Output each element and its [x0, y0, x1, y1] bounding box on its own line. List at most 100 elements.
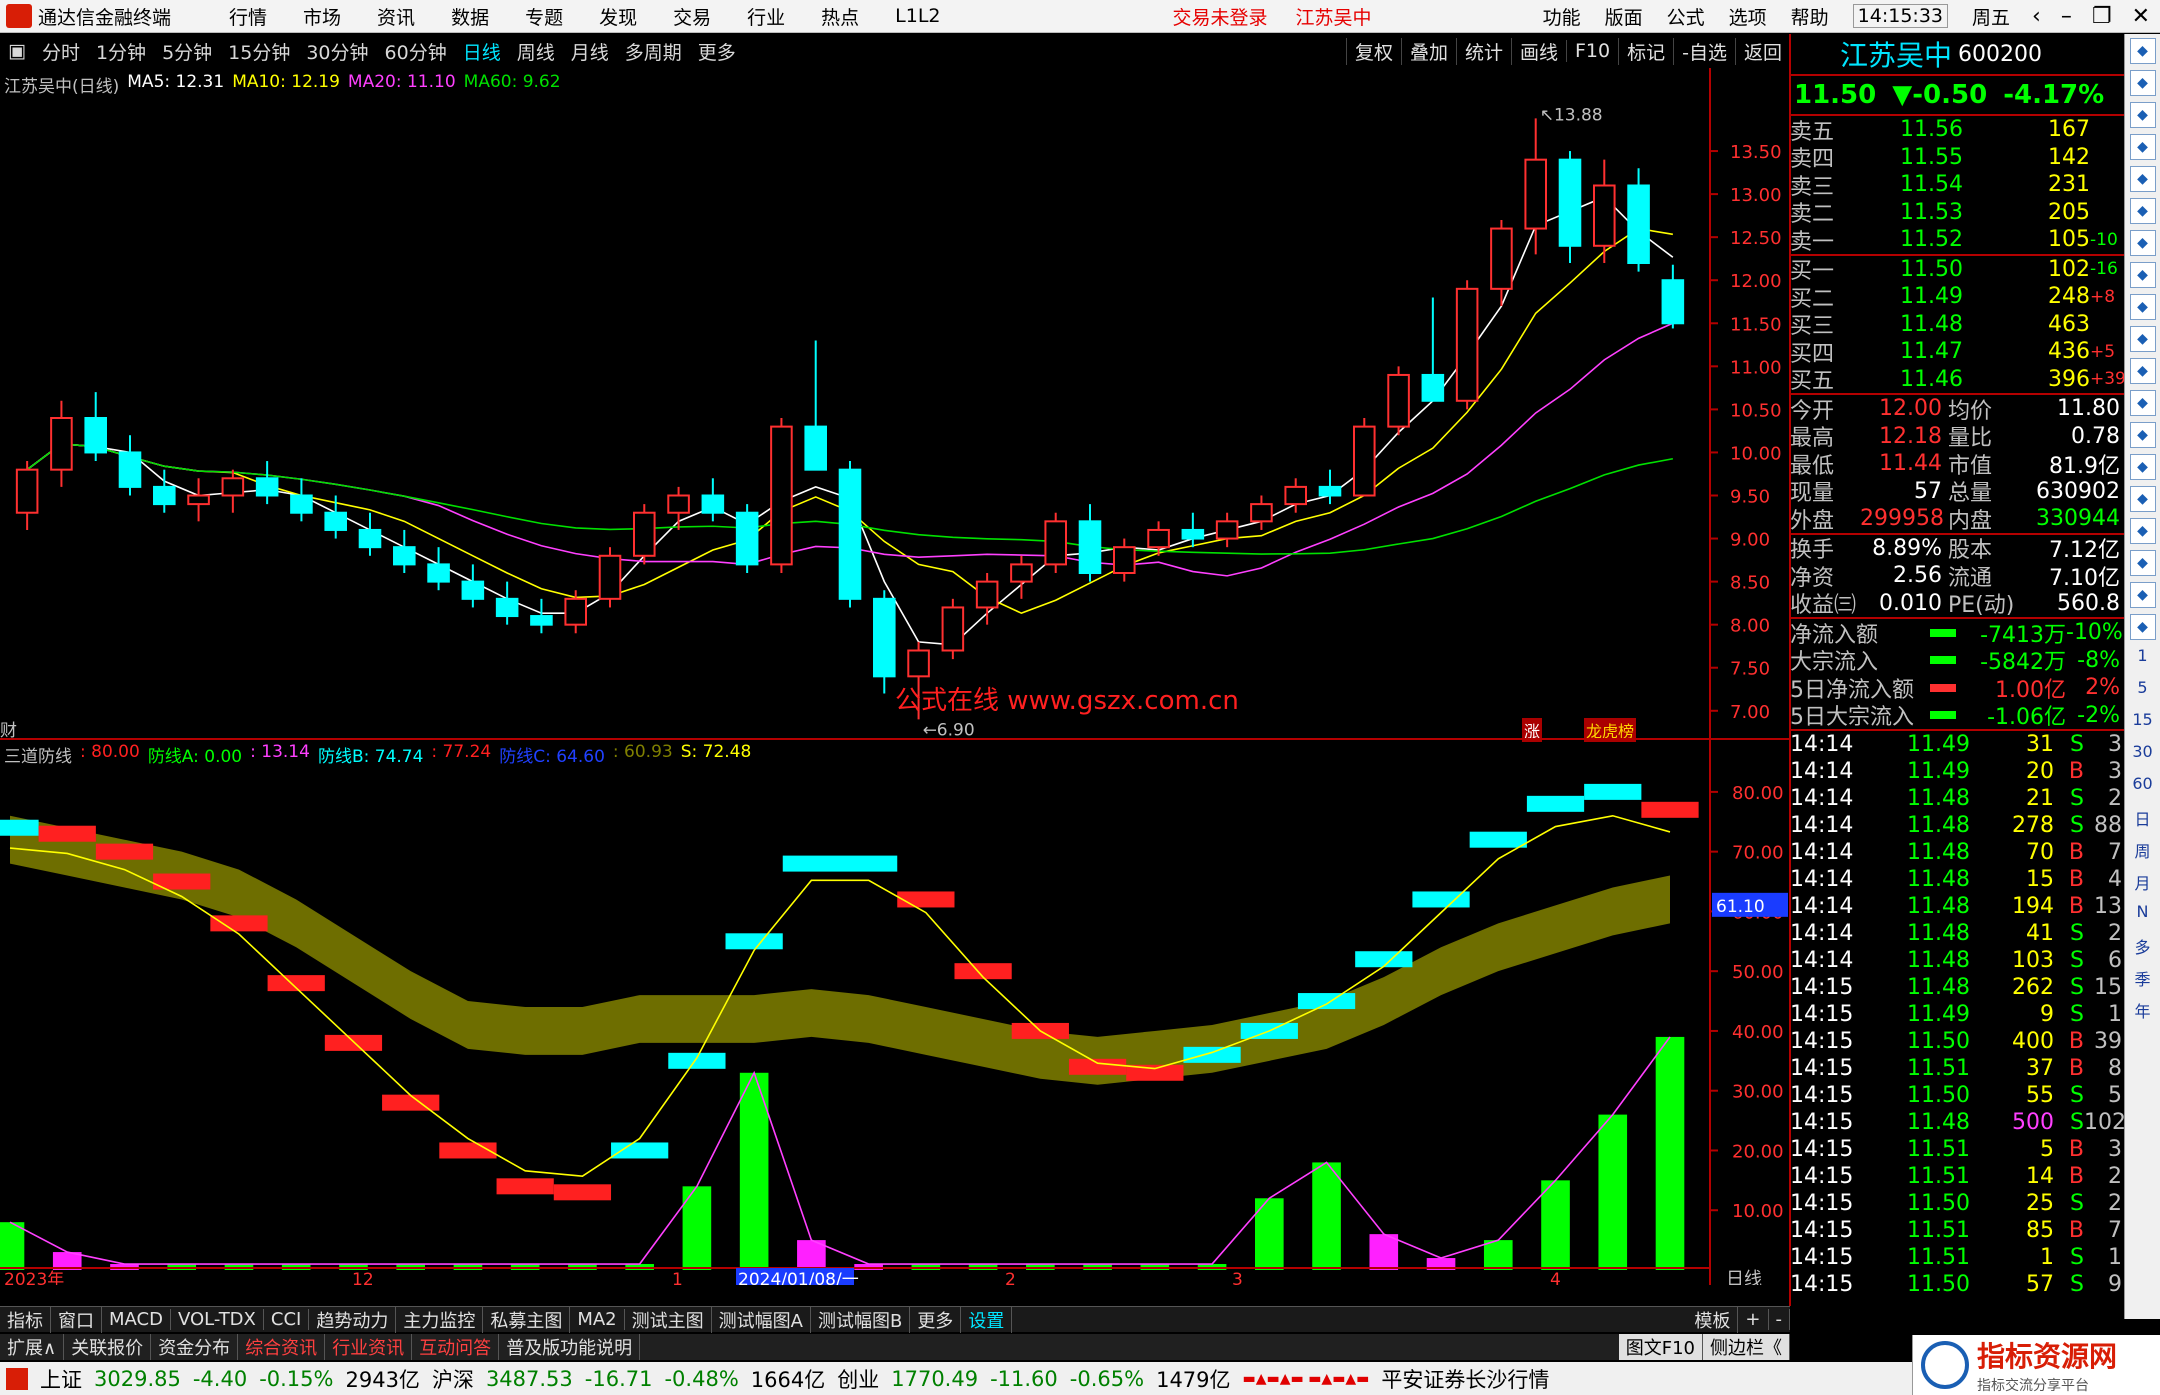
tick-list[interactable]: 14:14 11.49 31 S 3 14:14 11.49 20 B 3 14:14 11.48 21…	[1790, 731, 2126, 1298]
restore-icon[interactable]: ❐	[2092, 4, 2112, 29]
menu-item-options[interactable]: 选项	[1729, 3, 1767, 30]
tf-weekly[interactable]: 周线	[517, 38, 555, 65]
f10-icon[interactable]: ◆	[2129, 294, 2156, 320]
sell-row[interactable]: 卖四 11.55 142	[1790, 144, 2124, 173]
tool-fuquan[interactable]: 复权	[1345, 37, 1401, 65]
tool-back[interactable]: 返回	[1734, 37, 1790, 65]
tab-more[interactable]: 更多	[910, 1306, 962, 1333]
down-icon[interactable]: ◆	[2129, 70, 2156, 96]
back-icon[interactable]: ‹	[2032, 4, 2041, 29]
minimize-icon[interactable]: –	[2061, 4, 2072, 29]
menu-item-industry[interactable]: 行业	[747, 3, 785, 30]
tab-news[interactable]: 综合资讯	[238, 1334, 326, 1360]
indicator-panel[interactable]: 80.0070.0060.0050.0040.0030.0020.0010.00…	[0, 740, 1790, 1290]
tool-mark[interactable]: 标记	[1618, 37, 1673, 65]
period-btn-11[interactable]: 年	[2134, 998, 2150, 1024]
sell-row[interactable]: 卖二 11.53 205	[1790, 199, 2124, 228]
menu-item-help[interactable]: 帮助	[1791, 3, 1829, 30]
tab-related[interactable]: 关联报价	[64, 1334, 152, 1360]
period-btn-7[interactable]: 月	[2134, 870, 2150, 896]
tab-private-main[interactable]: 私募主图	[483, 1306, 571, 1333]
list-icon[interactable]: ◆	[2129, 134, 2156, 160]
tab-remove[interactable]: -	[1769, 1309, 1790, 1330]
tf-30min[interactable]: 30分钟	[306, 38, 368, 65]
tf-5min[interactable]: 5分钟	[162, 38, 212, 65]
menu-item-news[interactable]: 资讯	[377, 3, 415, 30]
buy-row[interactable]: 买四 11.47 436 +5	[1790, 338, 2124, 367]
buy-row[interactable]: 买二 11.49 248 +8	[1790, 283, 2124, 312]
buy-row[interactable]: 买五 11.46 396 +396	[1790, 366, 2137, 395]
info-icon[interactable]: ◆	[2129, 358, 2156, 384]
period-btn-10[interactable]: 季	[2134, 966, 2150, 992]
tool-overlay[interactable]: 叠加	[1400, 37, 1456, 65]
tab-main-monitor[interactable]: 主力监控	[396, 1306, 484, 1333]
menu-item-market[interactable]: 市场	[303, 3, 341, 30]
tf-15min[interactable]: 15分钟	[228, 38, 290, 65]
sh-label[interactable]: 上证	[40, 1364, 82, 1394]
fc-icon[interactable]: ◆	[2129, 422, 2156, 448]
buy-row[interactable]: 买三 11.48 463	[1790, 311, 2124, 340]
trade-login-warning[interactable]: 交易未登录	[1173, 3, 1268, 30]
period-btn-6[interactable]: 周	[2134, 838, 2150, 864]
move-icon[interactable]: ◆	[2129, 518, 2156, 544]
menu-item-function[interactable]: 功能	[1543, 3, 1581, 30]
tab-macd[interactable]: MACD	[102, 1309, 171, 1330]
menu-item-layout[interactable]: 版面	[1605, 3, 1643, 30]
fs-icon[interactable]: ◆	[2129, 582, 2156, 608]
tool-f10[interactable]: F10	[1566, 40, 1618, 62]
pen-icon[interactable]: ◆	[2129, 550, 2156, 576]
panel-toggle-icon[interactable]: ▣	[8, 40, 26, 62]
cy-label[interactable]: 创业	[837, 1364, 879, 1394]
period-btn-9[interactable]: 多	[2134, 934, 2150, 960]
period-btn-0[interactable]: 1	[2137, 646, 2147, 672]
close-icon[interactable]: ✕	[2132, 4, 2150, 29]
trend-icon[interactable]: ◆	[2129, 198, 2156, 224]
tab-indicator[interactable]: 指标	[0, 1306, 51, 1333]
tf-1min[interactable]: 1分钟	[96, 38, 146, 65]
rsi-icon[interactable]: ◆	[2129, 486, 2156, 512]
menu-item-quotes[interactable]: 行情	[229, 3, 267, 30]
tab-window[interactable]: 窗口	[51, 1306, 102, 1333]
menu-item-topics[interactable]: 专题	[525, 3, 563, 30]
tf-daily[interactable]: 日线	[463, 38, 501, 65]
tab-expand[interactable]: 扩展∧	[0, 1334, 65, 1360]
tab-sidebar[interactable]: 侧边栏《	[1703, 1334, 1790, 1360]
tab-vol[interactable]: VOL-TDX	[171, 1309, 264, 1330]
tf-multi[interactable]: 多周期	[625, 38, 682, 65]
chart-icon[interactable]: ◆	[2129, 102, 2156, 128]
table-icon[interactable]: ◆	[2129, 262, 2156, 288]
tab-test-a[interactable]: 测试幅图A	[712, 1306, 811, 1333]
tool-remove-watch[interactable]: -自选	[1673, 37, 1735, 65]
tab-ind-news[interactable]: 行业资讯	[325, 1334, 413, 1360]
tab-cci[interactable]: CCI	[264, 1309, 310, 1330]
period-btn-5[interactable]: 日	[2134, 806, 2150, 832]
tab-test-b[interactable]: 测试幅图B	[811, 1306, 911, 1333]
tab-fund-dist[interactable]: 资金分布	[151, 1334, 239, 1360]
hs-label[interactable]: 沪深	[432, 1364, 474, 1394]
buy-row[interactable]: 买一 11.50 102 -16	[1790, 256, 2124, 285]
period-btn-8[interactable]: N	[2137, 902, 2149, 928]
tab-ma2[interactable]: MA2	[570, 1309, 625, 1330]
menu-item-trade[interactable]: 交易	[673, 3, 711, 30]
tool-draw[interactable]: 画线	[1510, 37, 1566, 65]
sell-row[interactable]: 卖一 11.52 105 -10	[1790, 226, 2124, 255]
up-icon[interactable]: ◆	[2129, 38, 2156, 64]
tab-f10-text[interactable]: 图文F10	[1618, 1334, 1703, 1360]
grid-icon[interactable]: ◆	[2129, 166, 2156, 192]
period-btn-1[interactable]: 5	[2137, 678, 2147, 704]
tab-add[interactable]: +	[1738, 1309, 1769, 1330]
candlestick-chart[interactable]: 13.50 13.00 12.50 12.00 11.50 11.00 10.50 10.00…	[0, 68, 1790, 742]
tab-settings[interactable]: 设置	[961, 1306, 1013, 1333]
doc-icon[interactable]: ◆	[2129, 326, 2156, 352]
menu-item-hot[interactable]: 热点	[821, 3, 859, 30]
tf-60min[interactable]: 60分钟	[385, 38, 447, 65]
tab-test-main[interactable]: 测试主图	[625, 1306, 712, 1333]
sell-row[interactable]: 卖三 11.54 231	[1790, 171, 2124, 200]
menu-item-l1l2[interactable]: L1L2	[895, 5, 940, 27]
period-btn-4[interactable]: 60	[2132, 774, 2152, 800]
menu-item-formula[interactable]: 公式	[1667, 3, 1705, 30]
bar-icon[interactable]: ◆	[2129, 230, 2156, 256]
f2-icon[interactable]: ◆	[2129, 390, 2156, 416]
tab-trend[interactable]: 趋势动力	[309, 1306, 397, 1333]
tab-template[interactable]: 模板	[1687, 1306, 1739, 1333]
